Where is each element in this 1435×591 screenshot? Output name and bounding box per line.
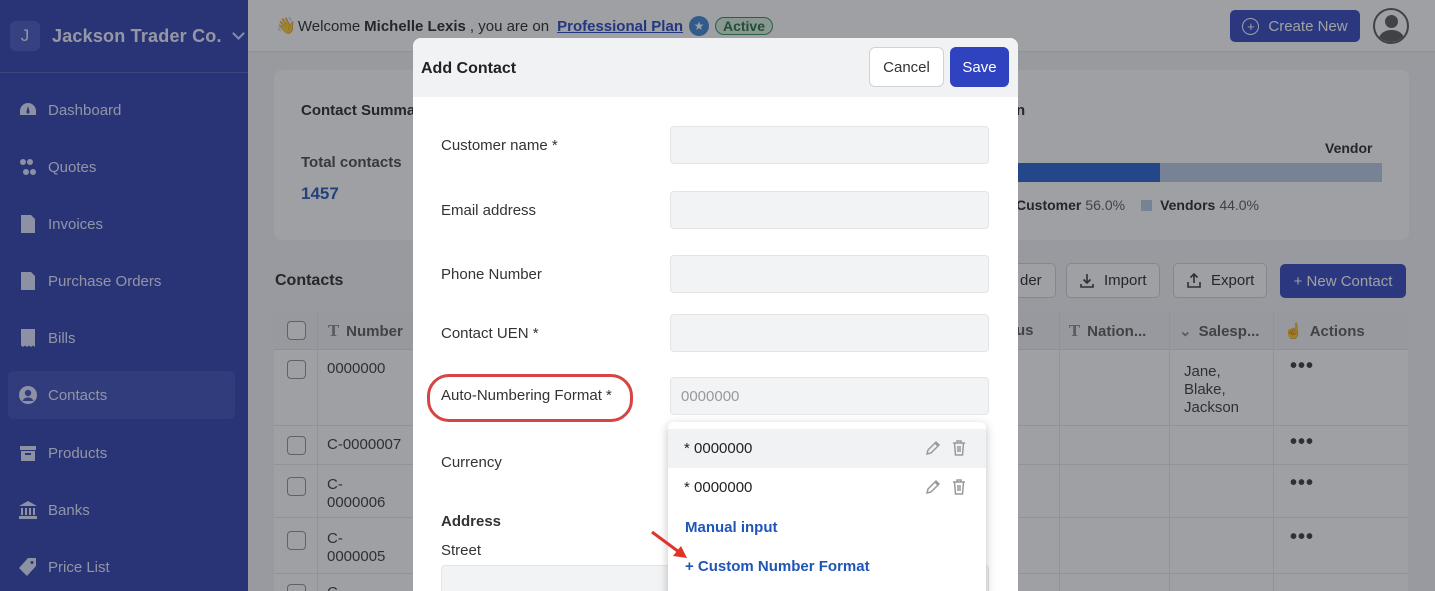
currency-label: Currency	[441, 454, 502, 471]
modal-header: Add Contact Cancel Save	[413, 38, 1018, 97]
uen-label: Contact UEN *	[441, 325, 539, 342]
modal-title: Add Contact	[421, 60, 517, 77]
street-label: Street	[441, 542, 482, 559]
arrow-annotation	[651, 530, 687, 558]
uen-field[interactable]	[670, 314, 989, 352]
option-tools	[916, 478, 968, 496]
manual-input-option[interactable]: Manual input	[685, 519, 778, 536]
auto-numbering-label: Auto-Numbering Format *	[441, 387, 612, 404]
format-option[interactable]: * 0000000	[668, 429, 986, 468]
customer-name-label: Customer name *	[441, 137, 558, 154]
pencil-icon[interactable]	[924, 439, 942, 457]
email-label: Email address	[441, 202, 537, 219]
phone-label: Phone Number	[441, 266, 542, 283]
format-option-label: * 0000000	[684, 440, 753, 457]
customer-name-input[interactable]	[670, 126, 989, 164]
phone-field[interactable]	[670, 255, 989, 293]
cancel-button[interactable]: Cancel	[869, 47, 944, 87]
address-section-title: Address	[441, 513, 502, 530]
numbering-format-dropdown: * 0000000 * 0000000 Manual input + Custo…	[668, 422, 986, 591]
format-option[interactable]: * 0000000	[668, 468, 986, 507]
custom-number-format-option[interactable]: + Custom Number Format	[685, 558, 870, 575]
trash-icon[interactable]	[950, 439, 968, 457]
format-option-label: * 0000000	[684, 479, 753, 496]
option-tools	[916, 439, 968, 457]
pencil-icon[interactable]	[924, 478, 942, 496]
auto-numbering-select[interactable]: 0000000	[670, 377, 989, 415]
trash-icon[interactable]	[950, 478, 968, 496]
email-field[interactable]	[670, 191, 989, 229]
save-button[interactable]: Save	[950, 47, 1009, 87]
